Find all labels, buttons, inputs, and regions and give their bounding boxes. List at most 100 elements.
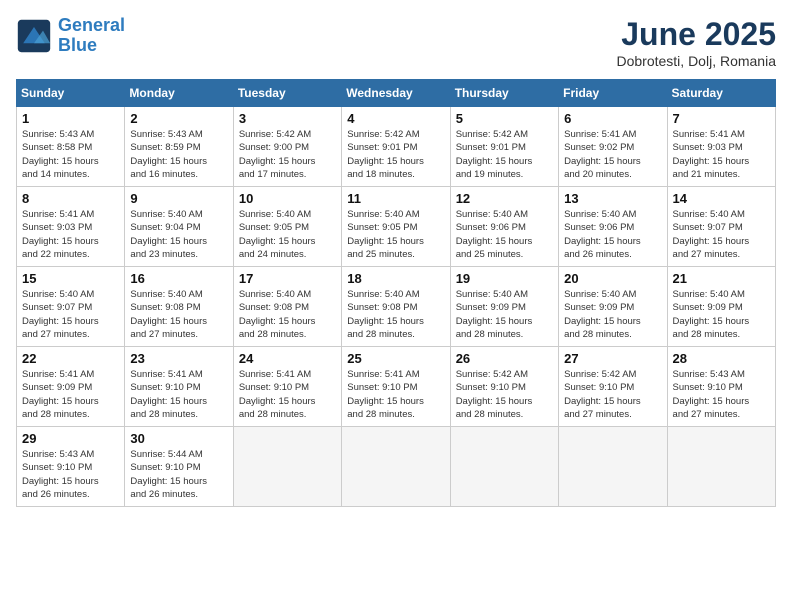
- table-row: 18 Sunrise: 5:40 AM Sunset: 9:08 PM Dayli…: [342, 267, 450, 347]
- col-monday: Monday: [125, 80, 233, 107]
- day-info: Sunrise: 5:41 AM Sunset: 9:03 PM Dayligh…: [673, 128, 770, 181]
- day-number: 22: [22, 351, 119, 366]
- day-number: 25: [347, 351, 444, 366]
- day-number: 30: [130, 431, 227, 446]
- day-number: 13: [564, 191, 661, 206]
- day-number: 24: [239, 351, 336, 366]
- col-friday: Friday: [559, 80, 667, 107]
- logo: General Blue: [16, 16, 125, 56]
- table-row: 30 Sunrise: 5:44 AM Sunset: 9:10 PM Dayli…: [125, 427, 233, 507]
- day-info: Sunrise: 5:41 AM Sunset: 9:10 PM Dayligh…: [347, 368, 444, 421]
- table-row: 1Sunrise: 5:43 AM Sunset: 8:58 PM Daylig…: [17, 107, 125, 187]
- day-number: 15: [22, 271, 119, 286]
- logo-text: General Blue: [58, 16, 125, 56]
- day-info: Sunrise: 5:40 AM Sunset: 9:08 PM Dayligh…: [130, 288, 227, 341]
- col-saturday: Saturday: [667, 80, 775, 107]
- table-row: [559, 427, 667, 507]
- table-row: 15 Sunrise: 5:40 AM Sunset: 9:07 PM Dayli…: [17, 267, 125, 347]
- day-number: 3: [239, 111, 336, 126]
- table-row: 22 Sunrise: 5:41 AM Sunset: 9:09 PM Dayli…: [17, 347, 125, 427]
- table-row: 2Sunrise: 5:43 AM Sunset: 8:59 PM Daylig…: [125, 107, 233, 187]
- table-row: [342, 427, 450, 507]
- day-number: 27: [564, 351, 661, 366]
- day-info: Sunrise: 5:40 AM Sunset: 9:07 PM Dayligh…: [22, 288, 119, 341]
- calendar-table: Sunday Monday Tuesday Wednesday Thursday…: [16, 79, 776, 507]
- day-info: Sunrise: 5:43 AM Sunset: 9:10 PM Dayligh…: [673, 368, 770, 421]
- logo-icon: [16, 18, 52, 54]
- day-number: 16: [130, 271, 227, 286]
- table-row: 7 Sunrise: 5:41 AM Sunset: 9:03 PM Daylig…: [667, 107, 775, 187]
- day-info: Sunrise: 5:40 AM Sunset: 9:09 PM Dayligh…: [564, 288, 661, 341]
- table-row: [450, 427, 558, 507]
- table-row: 5 Sunrise: 5:42 AM Sunset: 9:01 PM Daylig…: [450, 107, 558, 187]
- day-number: 7: [673, 111, 770, 126]
- table-row: 24 Sunrise: 5:41 AM Sunset: 9:10 PM Dayli…: [233, 347, 341, 427]
- day-info: Sunrise: 5:40 AM Sunset: 9:04 PM Dayligh…: [130, 208, 227, 261]
- day-number: 11: [347, 191, 444, 206]
- table-row: 4 Sunrise: 5:42 AM Sunset: 9:01 PM Daylig…: [342, 107, 450, 187]
- table-row: 29Sunrise: 5:43 AM Sunset: 9:10 PM Dayli…: [17, 427, 125, 507]
- table-row: 13 Sunrise: 5:40 AM Sunset: 9:06 PM Dayli…: [559, 187, 667, 267]
- table-row: 10 Sunrise: 5:40 AM Sunset: 9:05 PM Dayli…: [233, 187, 341, 267]
- col-tuesday: Tuesday: [233, 80, 341, 107]
- day-info: Sunrise: 5:42 AM Sunset: 9:00 PM Dayligh…: [239, 128, 336, 181]
- day-number: 14: [673, 191, 770, 206]
- calendar-subtitle: Dobrotesti, Dolj, Romania: [616, 53, 776, 69]
- table-row: 6 Sunrise: 5:41 AM Sunset: 9:02 PM Daylig…: [559, 107, 667, 187]
- day-info: Sunrise: 5:40 AM Sunset: 9:05 PM Dayligh…: [347, 208, 444, 261]
- day-info: Sunrise: 5:41 AM Sunset: 9:03 PM Dayligh…: [22, 208, 119, 261]
- day-number: 1: [22, 111, 119, 126]
- day-number: 5: [456, 111, 553, 126]
- day-info: Sunrise: 5:43 AM Sunset: 8:59 PM Dayligh…: [130, 128, 227, 181]
- table-row: 21 Sunrise: 5:40 AM Sunset: 9:09 PM Dayli…: [667, 267, 775, 347]
- table-row: 9Sunrise: 5:40 AM Sunset: 9:04 PM Daylig…: [125, 187, 233, 267]
- table-row: 25 Sunrise: 5:41 AM Sunset: 9:10 PM Dayli…: [342, 347, 450, 427]
- day-info: Sunrise: 5:41 AM Sunset: 9:09 PM Dayligh…: [22, 368, 119, 421]
- table-row: 8Sunrise: 5:41 AM Sunset: 9:03 PM Daylig…: [17, 187, 125, 267]
- day-info: Sunrise: 5:41 AM Sunset: 9:02 PM Dayligh…: [564, 128, 661, 181]
- day-number: 23: [130, 351, 227, 366]
- calendar-week-4: 22 Sunrise: 5:41 AM Sunset: 9:09 PM Dayli…: [17, 347, 776, 427]
- day-number: 21: [673, 271, 770, 286]
- day-info: Sunrise: 5:43 AM Sunset: 9:10 PM Dayligh…: [22, 448, 119, 501]
- calendar-week-3: 15 Sunrise: 5:40 AM Sunset: 9:07 PM Dayli…: [17, 267, 776, 347]
- day-number: 12: [456, 191, 553, 206]
- day-info: Sunrise: 5:41 AM Sunset: 9:10 PM Dayligh…: [239, 368, 336, 421]
- day-info: Sunrise: 5:42 AM Sunset: 9:10 PM Dayligh…: [456, 368, 553, 421]
- day-number: 4: [347, 111, 444, 126]
- day-info: Sunrise: 5:42 AM Sunset: 9:01 PM Dayligh…: [347, 128, 444, 181]
- day-number: 19: [456, 271, 553, 286]
- calendar-title: June 2025: [616, 16, 776, 53]
- col-wednesday: Wednesday: [342, 80, 450, 107]
- table-row: 14 Sunrise: 5:40 AM Sunset: 9:07 PM Dayli…: [667, 187, 775, 267]
- table-row: 11 Sunrise: 5:40 AM Sunset: 9:05 PM Dayli…: [342, 187, 450, 267]
- table-row: [233, 427, 341, 507]
- day-info: Sunrise: 5:40 AM Sunset: 9:08 PM Dayligh…: [239, 288, 336, 341]
- day-info: Sunrise: 5:40 AM Sunset: 9:08 PM Dayligh…: [347, 288, 444, 341]
- day-number: 10: [239, 191, 336, 206]
- day-info: Sunrise: 5:40 AM Sunset: 9:09 PM Dayligh…: [673, 288, 770, 341]
- header: General Blue June 2025 Dobrotesti, Dolj,…: [16, 16, 776, 69]
- calendar-week-1: 1Sunrise: 5:43 AM Sunset: 8:58 PM Daylig…: [17, 107, 776, 187]
- col-sunday: Sunday: [17, 80, 125, 107]
- table-row: 27Sunrise: 5:42 AM Sunset: 9:10 PM Dayli…: [559, 347, 667, 427]
- calendar-week-5: 29Sunrise: 5:43 AM Sunset: 9:10 PM Dayli…: [17, 427, 776, 507]
- day-number: 20: [564, 271, 661, 286]
- day-info: Sunrise: 5:40 AM Sunset: 9:05 PM Dayligh…: [239, 208, 336, 261]
- day-number: 17: [239, 271, 336, 286]
- day-info: Sunrise: 5:42 AM Sunset: 9:01 PM Dayligh…: [456, 128, 553, 181]
- day-number: 28: [673, 351, 770, 366]
- table-row: 17 Sunrise: 5:40 AM Sunset: 9:08 PM Dayli…: [233, 267, 341, 347]
- day-number: 6: [564, 111, 661, 126]
- day-number: 26: [456, 351, 553, 366]
- day-info: Sunrise: 5:40 AM Sunset: 9:06 PM Dayligh…: [564, 208, 661, 261]
- day-info: Sunrise: 5:44 AM Sunset: 9:10 PM Dayligh…: [130, 448, 227, 501]
- calendar-week-2: 8Sunrise: 5:41 AM Sunset: 9:03 PM Daylig…: [17, 187, 776, 267]
- table-row: 26 Sunrise: 5:42 AM Sunset: 9:10 PM Dayli…: [450, 347, 558, 427]
- day-info: Sunrise: 5:40 AM Sunset: 9:07 PM Dayligh…: [673, 208, 770, 261]
- col-thursday: Thursday: [450, 80, 558, 107]
- title-area: June 2025 Dobrotesti, Dolj, Romania: [616, 16, 776, 69]
- day-info: Sunrise: 5:41 AM Sunset: 9:10 PM Dayligh…: [130, 368, 227, 421]
- day-number: 18: [347, 271, 444, 286]
- calendar-header-row: Sunday Monday Tuesday Wednesday Thursday…: [17, 80, 776, 107]
